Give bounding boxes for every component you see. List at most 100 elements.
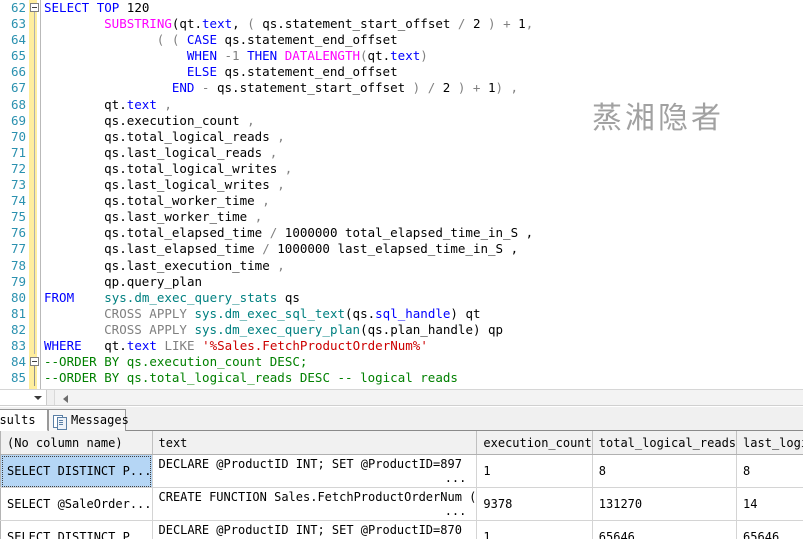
- code-line[interactable]: 72 qs.total_logical_writes ,: [0, 161, 803, 177]
- code-line[interactable]: 71 qs.last_logical_reads ,: [0, 145, 803, 161]
- line-number: 70: [10, 128, 26, 144]
- editor-horizontal-scrollbar[interactable]: [0, 389, 803, 406]
- results-table[interactable]: (No column name) text execution_count total…: [0, 431, 803, 539]
- code-line[interactable]: 79 qp.query_plan: [0, 274, 803, 290]
- table-cell[interactable]: DECLARE @ProductID INT; SET @ProductID=8…: [152, 454, 478, 488]
- code-token: last_logical_writes: [126, 177, 270, 193]
- line-number: 63: [10, 16, 26, 32]
- table-cell[interactable]: SELECT DISTINCT P...: [0, 520, 153, 539]
- table-cell[interactable]: 65646: [736, 520, 803, 539]
- table-cell[interactable]: 9378: [476, 487, 593, 521]
- table-cell[interactable]: 1: [476, 454, 593, 488]
- code-token: qs: [104, 112, 120, 128]
- code-line[interactable]: 62 SELECT TOP 120: [0, 0, 803, 16]
- chevron-down-icon[interactable]: [34, 396, 42, 400]
- code-token: statement_end_offset: [247, 32, 398, 48]
- code-token: qp: [104, 273, 120, 289]
- code-line[interactable]: 82 CROSS APPLY sys.dm_exec_query_plan(qs.…: [0, 322, 803, 338]
- code-token: TOP: [96, 0, 120, 15]
- code-token: ,: [262, 144, 278, 160]
- code-line[interactable]: 76 qs.total_elapsed_time / 1000000 total_…: [0, 225, 803, 241]
- code-token: last_worker_time: [126, 209, 248, 225]
- code-line[interactable]: 74 qs.total_worker_time ,: [0, 193, 803, 209]
- code-token: last_execution_time: [126, 257, 270, 273]
- table-cell[interactable]: SELECT DISTINCT P...: [0, 454, 153, 488]
- table-cell[interactable]: CREATE FUNCTION Sales.FetchProductOrderN…: [152, 487, 478, 521]
- code-token: /: [254, 241, 278, 257]
- code-line[interactable]: 80 FROM sys.dm_exec_query_stats qs: [0, 290, 803, 306]
- code-token: (: [247, 16, 255, 32]
- code-token: DATALENGTH: [284, 48, 361, 64]
- tab-results[interactable]: Results: [0, 409, 48, 431]
- tab-messages[interactable]: Messages: [48, 409, 129, 431]
- triangle-left-icon[interactable]: [63, 395, 68, 403]
- fold-collapse-icon[interactable]: [30, 3, 39, 12]
- code-line[interactable]: 64 ( ( CASE qs.statement_end_offset: [0, 32, 803, 48]
- table-cell[interactable]: 1: [476, 520, 593, 539]
- code-line[interactable]: 83 WHERE qt.text LIKE '%Sales.FetchProduc…: [0, 338, 803, 354]
- code-text: qs.execution_count ,: [104, 113, 255, 129]
- results-tabstrip[interactable]: Results Messages: [0, 407, 803, 431]
- code-token: dm_exec_query_plan: [224, 321, 361, 337]
- fold-collapse-icon[interactable]: [30, 357, 39, 367]
- results-grid[interactable]: (No column name) text execution_count total…: [0, 431, 803, 539]
- code-text: qs.total_worker_time ,: [104, 193, 270, 209]
- column-header[interactable]: execution_count: [476, 431, 593, 455]
- code-token: --ORDER BY qs.execution_count DESC;: [44, 354, 308, 370]
- code-text: qs.last_elapsed_time / 1000000 last_elap…: [104, 241, 518, 257]
- code-token: .: [119, 209, 127, 225]
- code-line[interactable]: 65 WHEN -1 THEN DATALENGTH(qt.text): [0, 48, 803, 64]
- code-token: sql_handle: [375, 305, 451, 321]
- line-number: 82: [10, 321, 26, 337]
- table-cell[interactable]: 131270: [592, 487, 738, 521]
- truncation-marker: ...: [444, 471, 467, 485]
- code-token: total_elapsed_time_in_S ,: [337, 225, 534, 241]
- table-cell[interactable]: 14: [736, 487, 803, 521]
- code-token: ,: [525, 16, 534, 32]
- line-number: 84: [10, 354, 26, 370]
- code-line[interactable]: 73 qs.last_logical_writes ,: [0, 177, 803, 193]
- code-line[interactable]: 85 --ORDER BY qs.total_logical_reads DESC…: [0, 370, 803, 386]
- code-line[interactable]: 66 ELSE qs.statement_end_offset: [0, 64, 803, 80]
- code-token: .: [367, 305, 376, 321]
- column-header[interactable]: text: [152, 431, 478, 455]
- code-token: text: [126, 337, 157, 353]
- code-line[interactable]: 77 qs.last_elapsed_time / 1000000 last_el…: [0, 241, 803, 257]
- code-token: .: [217, 321, 225, 337]
- code-text: qs.total_elapsed_time / 1000000 total_el…: [104, 225, 533, 241]
- code-line[interactable]: 75 qs.last_worker_time ,: [0, 209, 803, 225]
- column-header[interactable]: total_logical_reads: [592, 431, 738, 455]
- code-token: text: [390, 48, 421, 64]
- results-table-body[interactable]: SELECT DISTINCT P... DECLARE @ProductID I…: [0, 454, 803, 539]
- table-cell[interactable]: SELECT @SaleOrder...: [0, 487, 153, 521]
- column-header[interactable]: last_logical_reads: [736, 431, 803, 455]
- line-number: 66: [10, 64, 26, 80]
- code-line[interactable]: 63 SUBSTRING(qt.text, ( qs.statement_star…: [0, 16, 803, 32]
- code-token: qs: [104, 177, 120, 193]
- table-row[interactable]: SELECT DISTINCT P... DECLARE @ProductID I…: [0, 520, 803, 539]
- code-token: .: [239, 32, 248, 48]
- table-cell[interactable]: DECLARE @ProductID INT; SET @ProductID=8…: [152, 520, 478, 539]
- table-cell[interactable]: 65646: [592, 520, 738, 539]
- table-cell[interactable]: 8: [592, 454, 738, 488]
- code-line[interactable]: 81 CROSS APPLY sys.dm_exec_sql_text(qs.sq…: [0, 306, 803, 322]
- code-text: --ORDER BY qs.total_logical_reads DESC -…: [44, 370, 458, 386]
- code-line[interactable]: 78 qs.last_execution_time ,: [0, 258, 803, 274]
- column-header[interactable]: (No column name): [0, 431, 153, 455]
- scroll-track[interactable]: [54, 390, 803, 405]
- table-row[interactable]: SELECT @SaleOrder... CREATE FUNCTION Sale…: [0, 487, 803, 521]
- sql-editor[interactable]: 62 SELECT TOP 120 63 SUBSTRING(qt.text, ( q…: [0, 0, 803, 389]
- code-token: .: [277, 16, 285, 32]
- table-row[interactable]: SELECT DISTINCT P... DECLARE @ProductID I…: [0, 454, 803, 488]
- code-token: ): [420, 48, 428, 64]
- code-area[interactable]: 62 SELECT TOP 120 63 SUBSTRING(qt.text, ( q…: [0, 0, 803, 389]
- line-number: 83: [10, 337, 26, 353]
- code-token: .: [119, 225, 127, 241]
- table-cell[interactable]: 8: [736, 454, 803, 488]
- code-line[interactable]: 84 --ORDER BY qs.execution_count DESC;: [0, 354, 803, 370]
- code-token: .: [119, 128, 127, 144]
